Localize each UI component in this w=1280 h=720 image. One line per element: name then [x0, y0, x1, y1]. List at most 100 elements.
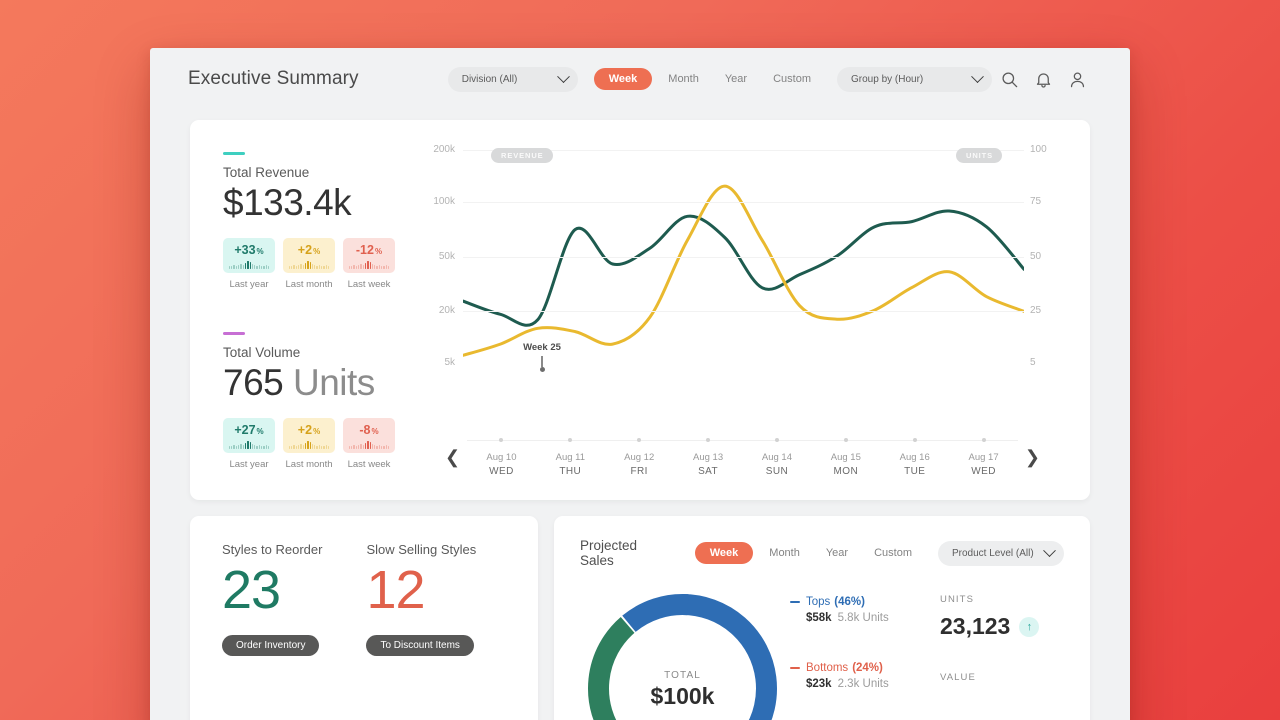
tab-custom[interactable]: Custom — [763, 68, 821, 90]
prev-period-button[interactable]: ❮ — [445, 448, 460, 466]
legend-row-values: $23k2.3k Units — [806, 678, 940, 690]
delta-sparkline — [349, 261, 389, 269]
division-select-value: Division (All) — [462, 74, 551, 85]
legend-row-title: Tops (46%) — [790, 596, 940, 608]
tab-year[interactable]: Year — [816, 542, 858, 564]
day-tick[interactable]: Aug 11THU — [536, 418, 605, 477]
tab-week[interactable]: Week — [695, 542, 754, 564]
delta-chip: +27% — [223, 418, 275, 453]
delta-caption: Last year — [223, 459, 275, 470]
legend-percent: (46%) — [834, 596, 865, 608]
order-inventory-button[interactable]: Order Inventory — [222, 635, 319, 656]
delta-number: +2% — [298, 244, 320, 257]
delta-caption: Last month — [283, 459, 335, 470]
delta-caption: Last week — [343, 279, 395, 290]
legend-row-title: Bottoms (24%) — [790, 662, 940, 674]
inventory-actions-card: Styles to Reorder 23 Order Inventory Slo… — [190, 516, 538, 720]
legend-item-tops[interactable]: Tops (46%) $58k 5.8k Units — [790, 596, 940, 624]
metric-total-volume: Total Volume 765 Units +27% Last year — [223, 332, 423, 470]
delta-number: -8% — [359, 424, 378, 437]
day-tick[interactable]: Aug 13SAT — [674, 418, 743, 477]
delta-chip: +33% — [223, 238, 275, 273]
day-tick[interactable]: Aug 12FRI — [605, 418, 674, 477]
account-button[interactable] — [1060, 62, 1094, 96]
to-discount-items-button[interactable]: To Discount Items — [366, 635, 473, 656]
day-date: Aug 10 — [467, 452, 536, 463]
delta-number: -12% — [356, 244, 382, 257]
donut-center: TOTAL $100k — [580, 670, 785, 710]
delta-chip: +2% — [283, 238, 335, 273]
tab-week[interactable]: Week — [594, 68, 653, 90]
notifications-button[interactable] — [1026, 62, 1060, 96]
division-select[interactable]: Division (All) — [448, 67, 578, 92]
day-date: Aug 12 — [605, 452, 674, 463]
day-date: Aug 14 — [743, 452, 812, 463]
y-axis-tick-right: 25 — [1030, 305, 1064, 316]
day-point — [982, 438, 986, 442]
legend-item-bottoms[interactable]: Bottoms (24%) $23k2.3k Units — [790, 662, 940, 690]
date-range-tabs: Week Month Year Custom — [594, 68, 821, 90]
slow-selling-styles: Slow Selling Styles 12 To Discount Items — [366, 542, 476, 720]
search-icon — [1000, 70, 1019, 89]
tab-year[interactable]: Year — [715, 68, 757, 90]
metric-total-revenue: Total Revenue $133.4k +33% Last year — [223, 152, 423, 290]
day-date: Aug 11 — [536, 452, 605, 463]
metric-value-number: $133.4k — [223, 182, 351, 223]
group-by-select[interactable]: Group by (Hour) — [837, 67, 992, 92]
day-point — [913, 438, 917, 442]
product-level-select[interactable]: Product Level (All) — [938, 541, 1064, 566]
chart-gridline — [463, 202, 1024, 203]
day-tick[interactable]: Aug 17WED — [949, 418, 1018, 477]
week-marker-stem — [541, 356, 543, 367]
legend-row-values: $58k 5.8k Units — [806, 612, 940, 624]
day-tick[interactable]: Aug 14SUN — [743, 418, 812, 477]
donut-slice-other[interactable] — [629, 605, 688, 624]
tab-month[interactable]: Month — [658, 68, 709, 90]
projected-sales-body: TOTAL $100k Tops (46%) $58k5.8k Unit — [580, 586, 1064, 720]
projected-sales-card: Projected Sales Week Month Year Custom P… — [554, 516, 1090, 720]
bottom-row: Styles to Reorder 23 Order Inventory Slo… — [190, 516, 1090, 720]
card-title: Styles to Reorder — [222, 542, 322, 557]
day-date: Aug 13 — [674, 452, 743, 463]
day-tick[interactable]: Aug 10 WED — [467, 418, 536, 477]
search-button[interactable] — [992, 62, 1026, 96]
chart-gridline — [463, 311, 1024, 312]
styles-to-reorder: Styles to Reorder 23 Order Inventory — [222, 542, 322, 720]
day-tick[interactable]: Aug 15MON — [811, 418, 880, 477]
day-name: WED — [467, 466, 536, 477]
day-date: Aug 16 — [880, 452, 949, 463]
tab-month[interactable]: Month — [759, 542, 810, 564]
delta-number: +2% — [298, 424, 320, 437]
y-axis-tick-left: 50k — [421, 251, 455, 262]
day-date: Aug 15 — [811, 452, 880, 463]
chart-series-revenue — [463, 211, 1024, 325]
y-axis-tick-left: 200k — [421, 144, 455, 155]
metric-accent-rule — [223, 152, 245, 155]
metric-deltas: +27% Last year +2% Last month — [223, 418, 423, 470]
metric-number: 23 — [222, 563, 322, 617]
delta-last-week: -8% Last week — [343, 418, 395, 470]
day-date: Aug 17 — [949, 452, 1018, 463]
delta-caption: Last month — [283, 279, 335, 290]
day-name: TUE — [880, 466, 949, 477]
user-icon — [1068, 70, 1087, 89]
kpi-value: 23,123 ↑ — [940, 613, 1039, 640]
delta-number: +33% — [234, 244, 263, 257]
legend-units: 5.8k Units — [838, 612, 889, 624]
legend-color-swatch — [790, 667, 800, 670]
metrics-column: Total Revenue $133.4k +33% Last year — [223, 142, 423, 484]
next-period-button[interactable]: ❯ — [1025, 448, 1040, 466]
kpi-units: UNITS 23,123 ↑ — [940, 594, 1039, 640]
kpi-number: 23,123 — [940, 613, 1010, 640]
tab-custom[interactable]: Custom — [864, 542, 922, 564]
donut-legend: Tops (46%) $58k 5.8k Units Bottoms (24%) — [790, 586, 940, 720]
chevron-down-icon — [1043, 544, 1056, 557]
card-title: Slow Selling Styles — [366, 542, 476, 557]
delta-caption: Last year — [223, 279, 275, 290]
delta-chip: -8% — [343, 418, 395, 453]
week-marker: Week 25 — [507, 342, 577, 372]
day-tick[interactable]: Aug 16 TUE — [880, 418, 949, 477]
delta-sparkline — [349, 441, 389, 449]
legend-value: $58k — [806, 612, 832, 624]
day-point — [637, 438, 641, 442]
